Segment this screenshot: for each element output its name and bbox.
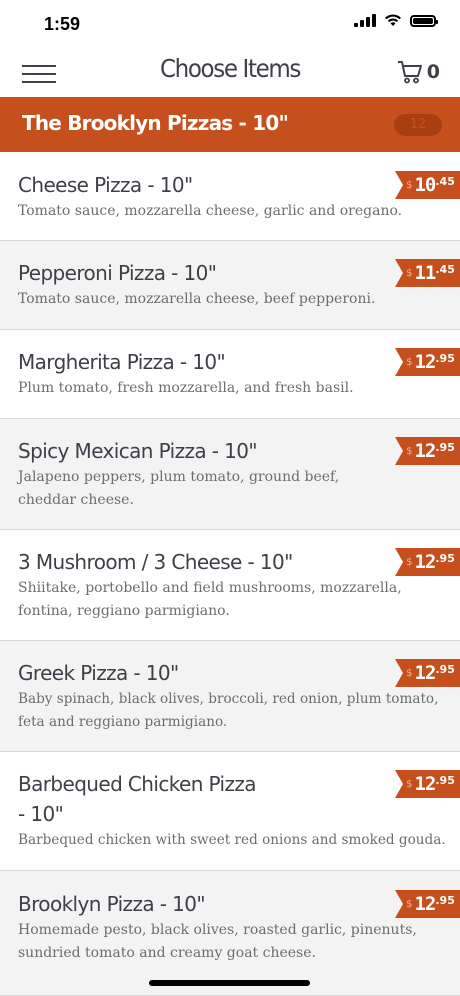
item-name: Barbequed Chicken Pizza - 10" — [18, 772, 257, 826]
item-description: Homemade pesto, black olives, roasted ga… — [18, 922, 417, 961]
status-time: 1:59 — [44, 14, 81, 34]
item-description: Baby spinach, black olives, broccoli, re… — [18, 691, 439, 730]
menu-item[interactable]: 3 Mushroom / 3 Cheese - 10" Shiitake, po… — [0, 530, 460, 641]
item-description: Shiitake, portobello and field mushrooms… — [18, 580, 402, 619]
wifi-icon — [385, 14, 401, 26]
price-tag: $ 12 .95 — [395, 548, 460, 576]
menu-item[interactable]: Spicy Mexican Pizza - 10" Jalapeno peppe… — [0, 419, 460, 530]
price-tag: $ 12 .95 — [395, 770, 460, 798]
item-description: Tomato sauce, mozzarella cheese, beef pe… — [18, 291, 376, 307]
item-name: 3 Mushroom / 3 Cheese - 10" — [18, 550, 293, 574]
price-tag: $ 10 .45 — [395, 171, 460, 199]
menu-item[interactable]: Cheese Pizza - 10" Tomato sauce, mozzare… — [0, 152, 460, 241]
item-name: Margherita Pizza - 10" — [18, 350, 226, 374]
menu-item[interactable]: Pepperoni Pizza - 10" Tomato sauce, mozz… — [0, 241, 460, 330]
menu-item[interactable]: Greek Pizza - 10" Baby spinach, black ol… — [0, 641, 460, 752]
menu-item[interactable]: Brooklyn Pizza - 10" Homemade pesto, bla… — [0, 871, 460, 996]
cart-icon — [397, 61, 422, 84]
home-indicator[interactable] — [149, 980, 310, 986]
page-title: Choose Items — [159, 54, 301, 83]
category-header[interactable]: The Brooklyn Pizzas - 10" 12 — [0, 97, 460, 152]
menu-item[interactable]: Margherita Pizza - 10" Plum tomato, fres… — [0, 330, 460, 419]
item-name: Brooklyn Pizza - 10" — [18, 892, 206, 916]
cart-button[interactable]: 0 — [397, 60, 440, 84]
item-name: Pepperoni Pizza - 10" — [18, 261, 217, 285]
battery-icon — [410, 14, 438, 27]
item-description: Barbequed chicken with sweet red onions … — [18, 832, 446, 848]
nav-bar: Choose Items 0 — [0, 50, 460, 97]
price-tag: $ 12 .95 — [395, 659, 460, 687]
menu-item[interactable]: Barbequed Chicken Pizza - 10" Barbequed … — [0, 752, 460, 871]
signal-icon — [354, 14, 376, 27]
price-tag: $ 12 .95 — [395, 437, 460, 465]
price-tag: $ 11 .45 — [395, 259, 460, 287]
item-description: Jalapeno peppers, plum tomato, ground be… — [18, 469, 340, 508]
menu-item-list: Cheese Pizza - 10" Tomato sauce, mozzare… — [0, 152, 460, 996]
status-icons — [354, 14, 438, 27]
price-tag: $ 12 .95 — [395, 348, 460, 376]
item-name: Spicy Mexican Pizza - 10" — [18, 439, 258, 463]
category-count-badge: 12 — [394, 114, 442, 136]
item-name: Cheese Pizza - 10" — [18, 173, 193, 197]
status-bar: 1:59 — [0, 0, 460, 50]
item-name: Greek Pizza - 10" — [18, 661, 179, 685]
item-description: Tomato sauce, mozzarella cheese, garlic … — [18, 203, 403, 219]
item-description: Plum tomato, fresh mozzarella, and fresh… — [18, 380, 354, 396]
price-tag: $ 12 .95 — [395, 890, 460, 918]
cart-count: 0 — [426, 61, 440, 83]
category-title: The Brooklyn Pizzas - 10" — [22, 111, 289, 135]
